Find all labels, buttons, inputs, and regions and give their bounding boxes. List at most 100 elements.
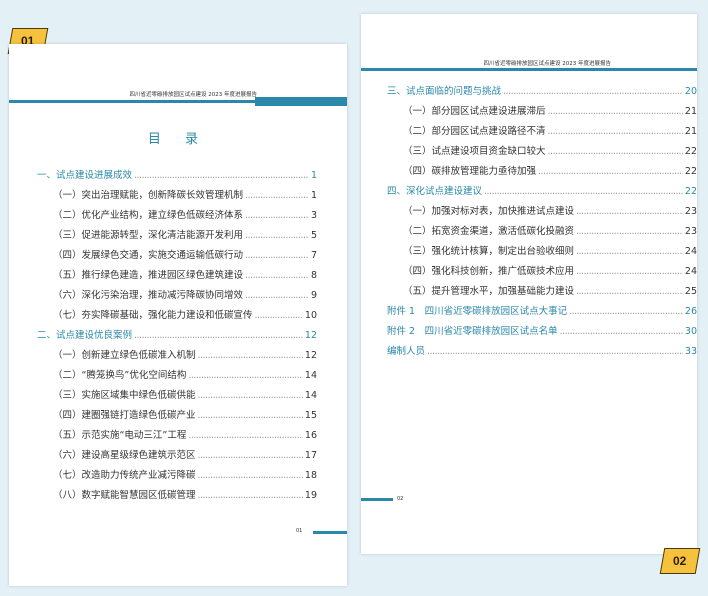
- toc-entry[interactable]: （六）建设高星级绿色建筑示范区 17: [37, 446, 317, 466]
- toc-entry-page: 1: [310, 170, 317, 181]
- toc-entry-title: （八）数字赋能智慧园区低碳管理: [53, 490, 196, 501]
- toc-entry[interactable]: （五）提升管理水平，加强基础能力建设 25: [387, 282, 697, 302]
- toc-entry-title: 三、试点面临的问题与挑战: [387, 86, 502, 97]
- toc-leader-dots: [245, 246, 309, 266]
- toc-leader-dots: [576, 202, 683, 222]
- toc-entry-page: 12: [304, 330, 317, 341]
- toc-entry[interactable]: （二）优化产业结构，建立绿色低碳经济体系 3: [37, 206, 317, 226]
- toc-leader-dots: [245, 286, 309, 306]
- toc-entry-page: 23: [684, 226, 697, 237]
- toc-leader-dots: [576, 282, 683, 302]
- toc-title: 目 录: [147, 132, 209, 147]
- toc-entry-page: 22: [684, 146, 697, 157]
- toc-entry[interactable]: （一）加强对标对表，加快推进试点建设 23: [387, 202, 697, 222]
- toc-entry-title: （四）碳排放管理能力亟待加强: [403, 166, 537, 177]
- toc-entry-title: （六）建设高星级绿色建筑示范区: [53, 450, 196, 461]
- toc-entry[interactable]: （一）突出治理赋能，创新降碳长效管理机制 1: [37, 186, 317, 206]
- toc-entry-page: 22: [684, 186, 697, 197]
- toc-page-left: 四川省近零碳排放园区试点建设 2023 年度进展报告 目 录 一、试点建设进展成…: [9, 44, 347, 586]
- toc-entry-title: 附件 1 四川省近零碳排放园区试点大事记: [387, 306, 568, 317]
- toc-entry[interactable]: 附件 1 四川省近零碳排放园区试点大事记 26: [387, 302, 697, 322]
- toc-entry[interactable]: （二）“腾笼换鸟”优化空间结构 14: [37, 366, 317, 386]
- toc-entry[interactable]: （四）强化科技创新，推广低碳技术应用 24: [387, 262, 697, 282]
- toc-entry-title: 附件 2 四川省近零碳排放园区试点名单: [387, 326, 558, 337]
- toc-entry[interactable]: 四、深化试点建设建议 22: [387, 182, 697, 202]
- page-number-tag-02: 02: [659, 548, 701, 574]
- footer-bar: [361, 498, 393, 501]
- toc-list-left: 一、试点建设进展成效 1 （一）突出治理赋能，创新降碳长效管理机制 1 （二）优化产业结…: [37, 166, 317, 506]
- toc-leader-dots: [503, 82, 683, 102]
- toc-entry-page: 20: [684, 86, 697, 97]
- toc-entry[interactable]: 三、试点面临的问题与挑战 20: [387, 82, 697, 102]
- toc-entry[interactable]: （四）碳排放管理能力亟待加强 22: [387, 162, 697, 182]
- toc-entry-page: 3: [310, 210, 317, 221]
- toc-entry[interactable]: （三）强化统计核算，制定出台验收细则 24: [387, 242, 697, 262]
- page-header-text: 四川省近零碳排放园区试点建设 2023 年度进展报告: [483, 61, 612, 67]
- toc-entry-title: （七）改造助力传统产业减污降碳: [53, 470, 196, 481]
- toc-entry-page: 26: [684, 306, 697, 317]
- toc-leader-dots: [198, 446, 303, 466]
- toc-entry-page: 14: [304, 390, 317, 401]
- toc-entry-page: 33: [684, 346, 697, 357]
- toc-leader-dots: [245, 266, 309, 286]
- toc-leader-dots: [134, 166, 309, 186]
- footer-bar: [313, 531, 347, 534]
- toc-entry-title: （五）推行绿色建造，推进园区绿色建筑建设: [53, 270, 244, 281]
- toc-leader-dots: [548, 122, 683, 142]
- toc-entry-page: 14: [304, 370, 317, 381]
- toc-entry[interactable]: （一）创新建立绿色低碳准入机制 12: [37, 346, 317, 366]
- toc-entry-title: （五）提升管理水平，加强基础能力建设: [403, 286, 575, 297]
- toc-entry-page: 5: [310, 230, 317, 241]
- toc-entry-page: 24: [684, 266, 697, 277]
- toc-entry-page: 23: [684, 206, 697, 217]
- toc-entry[interactable]: （二）拓宽资金渠道，激活低碳化投融资 23: [387, 222, 697, 242]
- toc-entry-title: （二）“腾笼换鸟”优化空间结构: [53, 370, 187, 381]
- toc-entry[interactable]: （五）推行绿色建造，推进园区绿色建筑建设 8: [37, 266, 317, 286]
- header-rule: [9, 97, 347, 106]
- toc-leader-dots: [484, 182, 683, 202]
- footer-page-number: 01: [296, 528, 303, 534]
- toc-entry[interactable]: （四）发展绿色交通，实施交通运输低碳行动 7: [37, 246, 317, 266]
- toc-entry-title: （二）部分园区试点建设路径不清: [403, 126, 546, 137]
- toc-entry[interactable]: （四）建圈强链打造绿色低碳产业 15: [37, 406, 317, 426]
- toc-entry[interactable]: （六）深化污染治理，推动减污降碳协同增效 9: [37, 286, 317, 306]
- toc-entry-title: （三）实施区域集中绿色低碳供能: [53, 390, 196, 401]
- toc-leader-dots: [134, 326, 303, 346]
- toc-leader-dots: [188, 426, 303, 446]
- toc-leader-dots: [245, 186, 309, 206]
- toc-leader-dots: [245, 206, 309, 226]
- toc-entry[interactable]: 一、试点建设进展成效 1: [37, 166, 317, 186]
- toc-entry-page: 21: [684, 106, 697, 117]
- toc-entry-page: 8: [310, 270, 317, 281]
- toc-entry[interactable]: （三）促进能源转型，深化清洁能源开发利用 5: [37, 226, 317, 246]
- toc-leader-dots: [188, 366, 303, 386]
- toc-entry-title: 二、试点建设优良案例: [37, 330, 133, 341]
- toc-entry[interactable]: （五）示范实施“电动三江”工程 16: [37, 426, 317, 446]
- toc-entry[interactable]: （三）实施区域集中绿色低碳供能 14: [37, 386, 317, 406]
- toc-entry[interactable]: （一）部分园区试点建设进展滞后 21: [387, 102, 697, 122]
- toc-leader-dots: [576, 262, 683, 282]
- toc-entry-page: 7: [310, 250, 317, 261]
- toc-entry[interactable]: 附件 2 四川省近零碳排放园区试点名单 30: [387, 322, 697, 342]
- toc-entry-page: 30: [684, 326, 697, 337]
- toc-entry-page: 24: [684, 246, 697, 257]
- toc-entry-title: 四、深化试点建设建议: [387, 186, 483, 197]
- toc-entry[interactable]: （七）夯实降碳基础，强化能力建设和低碳宣传 10: [37, 306, 317, 326]
- toc-entry[interactable]: （二）部分园区试点建设路径不清 21: [387, 122, 697, 142]
- toc-entry[interactable]: （八）数字赋能智慧园区低碳管理 19: [37, 486, 317, 506]
- header-rule: [361, 68, 697, 71]
- toc-entry-title: （三）试点建设项目资金缺口较大: [403, 146, 546, 157]
- toc-entry[interactable]: （七）改造助力传统产业减污降碳 18: [37, 466, 317, 486]
- toc-entry-title: （三）促进能源转型，深化清洁能源开发利用: [53, 230, 244, 241]
- toc-entry-title: （四）建圈强链打造绿色低碳产业: [53, 410, 196, 421]
- toc-leader-dots: [569, 302, 683, 322]
- toc-entry[interactable]: 编制人员 33: [387, 342, 697, 362]
- toc-leader-dots: [198, 486, 303, 506]
- toc-entry[interactable]: 二、试点建设优良案例 12: [37, 326, 317, 346]
- footer-page-number: 02: [397, 496, 404, 502]
- toc-leader-dots: [255, 306, 303, 326]
- toc-entry-title: （一）加强对标对表，加快推进试点建设: [403, 206, 575, 217]
- toc-entry[interactable]: （三）试点建设项目资金缺口较大 22: [387, 142, 697, 162]
- toc-leader-dots: [576, 242, 683, 262]
- toc-leader-dots: [198, 406, 303, 426]
